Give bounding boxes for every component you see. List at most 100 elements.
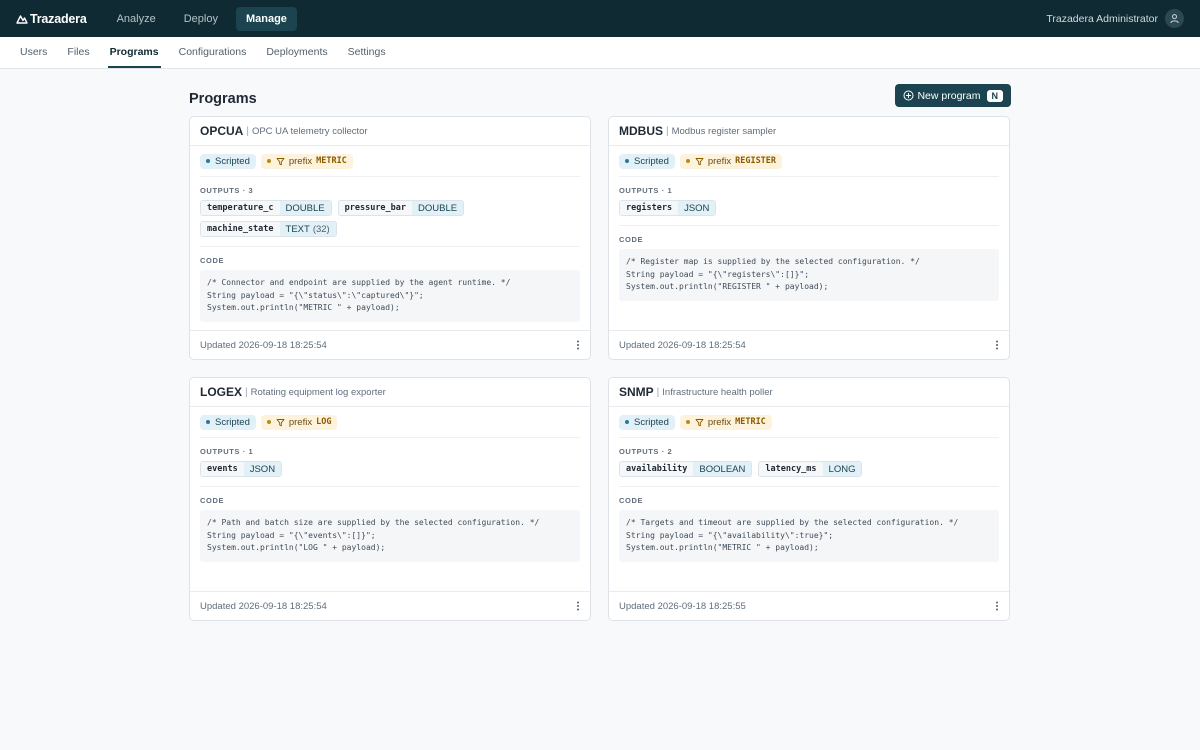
output-chip: pressure_bar DOUBLE	[337, 200, 465, 216]
code-block[interactable]: /* Connector and endpoint are supplied b…	[200, 270, 580, 322]
tag-row: Scripted prefix METRIC	[200, 146, 580, 177]
program-description: Modbus register sampler	[671, 125, 777, 137]
output-name: temperature_c	[201, 201, 280, 215]
updated-timestamp: Updated 2026-09-18 18:25:54	[200, 600, 327, 612]
prefix-value: REGISTER	[735, 156, 777, 166]
brand-logo-icon	[16, 14, 28, 24]
outputs-label: OUTPUTS · 3	[200, 186, 254, 195]
output-name: machine_state	[201, 222, 280, 236]
card-menu-button[interactable]	[995, 601, 999, 611]
separator: |	[666, 125, 669, 137]
tag-row: Scripted prefix METRIC	[619, 407, 999, 438]
program-description: OPC UA telemetry collector	[251, 125, 368, 137]
output-name: pressure_bar	[338, 201, 413, 215]
prefix-badge: prefix LOG	[260, 414, 338, 430]
status-dot	[625, 159, 629, 163]
sub-nav-deployments[interactable]: Deployments	[264, 37, 329, 68]
code-block[interactable]: /* Register map is supplied by the selec…	[619, 249, 999, 301]
output-chip: events JSON	[200, 461, 283, 477]
prefix-badge: prefix METRIC	[679, 414, 772, 430]
user-icon	[1170, 14, 1179, 24]
card-header: OPCUA | OPC UA telemetry collector	[190, 117, 590, 146]
card-menu-button[interactable]	[576, 340, 580, 350]
outputs-section: OUTPUTS · 2 availability BOOLEAN latency_…	[619, 447, 999, 487]
scripted-label: Scripted	[634, 416, 669, 428]
sub-nav-files[interactable]: Files	[65, 37, 91, 68]
prefix-label: prefix	[288, 155, 313, 167]
program-name[interactable]: OPCUA	[200, 124, 243, 138]
status-dot	[266, 420, 271, 424]
top-nav-analyze[interactable]: Analyze	[107, 7, 166, 31]
prefix-value: METRIC	[316, 156, 347, 166]
program-name[interactable]: LOGEX	[200, 385, 242, 399]
output-chip: availability BOOLEAN	[619, 461, 753, 477]
status-dot	[206, 420, 210, 424]
separator: |	[656, 386, 660, 398]
card-header: LOGEX | Rotating equipment log exporter	[190, 378, 590, 407]
card-footer: Updated 2026-09-18 18:25:54	[190, 591, 590, 620]
status-dot	[266, 159, 271, 163]
new-program-button[interactable]: New program N	[895, 84, 1011, 107]
output-type: JSON	[678, 201, 716, 215]
brand[interactable]: Trazadera	[16, 12, 87, 26]
card-header: SNMP | Infrastructure health poller	[609, 378, 1009, 407]
outputs-label: OUTPUTS · 2	[619, 447, 673, 456]
top-nav-manage[interactable]: Manage	[235, 6, 297, 31]
output-type: LONG	[822, 462, 862, 476]
output-name: events	[201, 462, 244, 476]
output-type: BOOLEAN	[693, 462, 752, 476]
card-menu-button[interactable]	[576, 601, 580, 611]
top-nav-deploy[interactable]: Deploy	[174, 7, 228, 31]
sub-nav-users[interactable]: Users	[18, 37, 49, 68]
scripted-label: Scripted	[634, 155, 669, 167]
code-label: CODE	[619, 496, 644, 505]
code-label: CODE	[200, 256, 225, 265]
program-name[interactable]: MDBUS	[619, 124, 663, 138]
program-card-mdbus: MDBUS | Modbus register sampler Scripted…	[608, 116, 1010, 360]
top-bar: Trazadera Analyze Deploy Manage Trazader…	[0, 0, 1200, 37]
output-name: availability	[620, 462, 694, 476]
output-name: registers	[620, 201, 679, 215]
outputs-section: OUTPUTS · 3 temperature_c DOUBLE pressure…	[200, 186, 580, 247]
page-header: Programs New program N	[189, 83, 1011, 108]
prefix-label: prefix	[707, 155, 732, 167]
program-card-opcua: OPCUA | OPC UA telemetry collector Scrip…	[189, 116, 591, 360]
code-block[interactable]: /* Path and batch size are supplied by t…	[200, 510, 580, 562]
sub-nav-programs[interactable]: Programs	[107, 37, 161, 68]
sub-nav: Users Files Programs Configurations Depl…	[0, 37, 1200, 69]
sub-nav-configurations[interactable]: Configurations	[177, 37, 249, 68]
code-block[interactable]: /* Targets and timeout are supplied by t…	[619, 510, 999, 562]
output-type: DOUBLE	[279, 201, 331, 215]
scripted-label: Scripted	[215, 416, 250, 428]
filter-icon	[276, 418, 285, 426]
separator: |	[245, 386, 248, 398]
card-footer: Updated 2026-09-18 18:25:55	[609, 591, 1009, 620]
prefix-badge: prefix REGISTER	[679, 153, 783, 169]
outputs-label: OUTPUTS · 1	[200, 447, 254, 456]
user-menu[interactable]: Trazadera Administrator	[1046, 0, 1184, 37]
prefix-value: METRIC	[735, 417, 766, 427]
card-footer: Updated 2026-09-18 18:25:54	[190, 330, 590, 359]
scripted-badge: Scripted	[619, 153, 675, 169]
program-description: Infrastructure health poller	[662, 386, 773, 398]
status-dot	[685, 159, 690, 163]
prefix-badge: prefix METRIC	[260, 153, 353, 169]
kebab-menu-icon	[577, 340, 579, 350]
output-chip: latency_ms LONG	[758, 461, 863, 477]
output-chip: machine_state TEXT (32)	[200, 221, 337, 237]
sub-nav-settings[interactable]: Settings	[346, 37, 388, 68]
separator: |	[246, 125, 249, 137]
program-card-logex: LOGEX | Rotating equipment log exporter …	[189, 377, 591, 621]
status-dot	[206, 159, 210, 163]
shortcut-badge: N	[986, 89, 1003, 102]
prefix-value: LOG	[316, 417, 332, 427]
program-name[interactable]: SNMP	[619, 385, 654, 399]
prefix-label: prefix	[707, 416, 732, 428]
scripted-label: Scripted	[215, 155, 250, 167]
program-card-snmp: SNMP | Infrastructure health poller Scri…	[608, 377, 1010, 621]
card-footer: Updated 2026-09-18 18:25:54	[609, 330, 1009, 359]
avatar[interactable]	[1165, 9, 1184, 28]
page-title: Programs	[189, 90, 257, 107]
card-menu-button[interactable]	[995, 340, 999, 350]
status-dot	[685, 420, 690, 424]
